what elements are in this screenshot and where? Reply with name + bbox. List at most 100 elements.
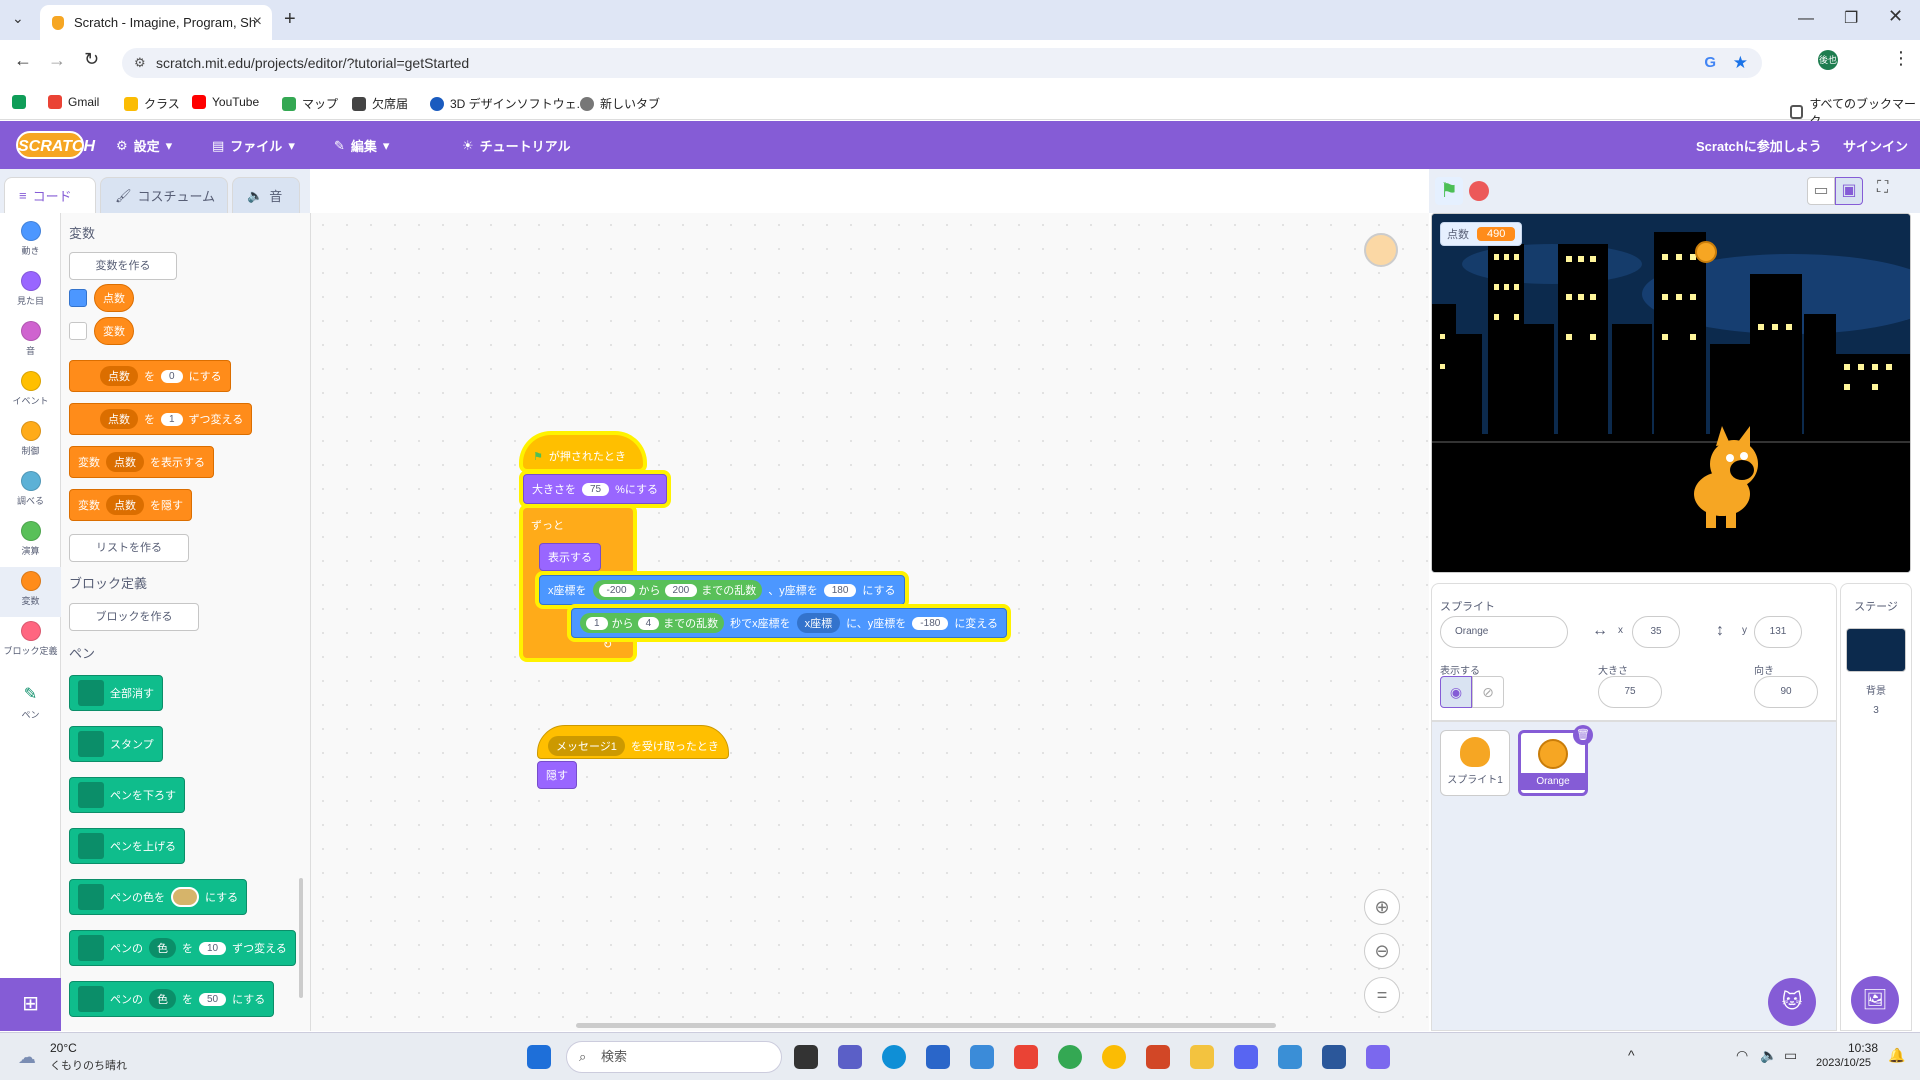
notification-bell-icon[interactable]: 🔔 [1888,1047,1905,1064]
category-events[interactable]: イベント [0,371,61,407]
random-reporter[interactable]: -200 から 200 までの乱数 [592,580,763,600]
tab-sounds[interactable]: 🔈 音 [232,177,300,213]
close-window-icon[interactable]: ✕ [1888,6,1903,27]
address-bar[interactable]: ⚙ scratch.mit.edu/projects/editor/?tutor… [122,48,1762,78]
browser-tab[interactable]: Scratch - Imagine, Program, Sh × [40,5,272,40]
make-block-button[interactable]: ブロックを作る [69,603,199,631]
category-looks[interactable]: 見た目 [0,271,61,307]
variable-dropdown[interactable]: 点数 [106,495,144,515]
value-input[interactable]: -200 [598,583,635,597]
bookmark-maps[interactable]: マップ [282,95,338,112]
powerpoint-icon[interactable] [1146,1045,1170,1069]
x-position-reporter[interactable]: x座標 [796,613,841,633]
site-info-icon[interactable]: ⚙ [134,48,146,78]
tutorial-menu[interactable]: ☀ チュートリアル [462,136,571,155]
tab-search-icon[interactable]: ⌄ [12,10,24,27]
color-picker[interactable] [171,887,199,907]
hat-receive-message-block[interactable]: メッセージ1 を受け取ったとき [537,725,729,759]
block-pen-down[interactable]: ペンを下ろす [69,777,185,813]
block-pen-stamp[interactable]: スタンプ [69,726,163,762]
show-block[interactable]: 表示する [539,543,601,571]
block-change-variable[interactable]: 点数を 1 ずつ変える [69,403,253,435]
teams-icon[interactable] [838,1045,862,1069]
delete-sprite-icon[interactable]: 🗑 [1573,725,1593,745]
reporter-variable[interactable]: 変数 [94,317,134,345]
palette-scrollbar[interactable] [299,878,303,998]
glide-block[interactable]: 1 から 4 までの乱数 秒でx座標を x座標 に、y座標を -180 に変える [571,608,1007,638]
google-icon[interactable]: G [1704,48,1716,78]
x-input[interactable]: 35 [1632,616,1680,648]
category-myblocks[interactable]: ブロック定義 [0,621,61,657]
block-show-variable[interactable]: 変数 点数 を表示する [69,446,214,478]
task-view-icon[interactable] [794,1045,818,1069]
back-icon[interactable]: ← [14,50,32,71]
variable-dropdown[interactable]: 点数 [100,409,138,429]
block-pen-up[interactable]: ペンを上げる [69,828,185,864]
store-icon[interactable] [926,1045,950,1069]
battery-icon[interactable]: ▭ [1784,1047,1797,1064]
add-sprite-button[interactable]: 🐱 [1768,978,1816,1026]
bookmark-3d[interactable]: 3D デザインソフトウェ... [430,95,587,112]
checkbox-variable[interactable] [69,322,87,340]
stage-canvas[interactable]: 点数 490 [1431,213,1911,573]
add-extension-button[interactable]: ⊞ [0,978,61,1031]
tab-code[interactable]: ≡ コード [4,177,96,213]
photos-icon[interactable] [1278,1045,1302,1069]
value-input[interactable]: 0 [161,369,183,383]
profile-avatar[interactable]: 後也 [1818,50,1838,70]
code-workspace[interactable]: ⚑ が押されたとき 大きさを 75 %にする ずっと ↻ 表示する x座標を -200… [311,213,1429,1031]
green-flag-button[interactable]: ⚑ [1435,177,1463,205]
tray-chevron-icon[interactable]: ^ [1628,1047,1635,1063]
copilot-icon[interactable] [1366,1045,1390,1069]
bookmark-absence[interactable]: 欠席届 [352,95,408,112]
value-input[interactable]: 180 [823,583,857,597]
category-pen[interactable]: ✎ ペン [0,685,61,721]
block-hide-variable[interactable]: 変数 点数 を隠す [69,489,192,521]
value-input[interactable]: 200 [664,583,698,597]
apps-icon[interactable] [12,95,26,109]
bookmark-gmail[interactable]: Gmail [48,95,99,109]
sprite-thumb-sprite1[interactable]: スプライト1 [1440,730,1510,796]
variable-dropdown[interactable]: 点数 [100,366,138,386]
stop-button[interactable] [1469,181,1489,201]
menu-dots-icon[interactable]: ⋮ [1892,48,1910,69]
block-set-variable[interactable]: 点数を 0 にする [69,360,231,392]
value-input[interactable]: -180 [912,616,949,630]
file-menu[interactable]: ▤ ファイル ▾ [212,136,295,155]
normal-stage-button[interactable]: ▣ [1835,177,1863,205]
goto-xy-block[interactable]: x座標を -200 から 200 までの乱数 、y座標を 180 にする [539,575,905,605]
new-tab-icon[interactable]: + [284,8,296,31]
category-control[interactable]: 制御 [0,421,61,457]
mail-icon[interactable] [970,1045,994,1069]
value-input[interactable]: 4 [637,616,660,630]
category-sensing[interactable]: 調べる [0,471,61,507]
category-variables[interactable]: 変数 [0,567,61,617]
set-size-block[interactable]: 大きさを 75 %にする [523,474,668,504]
hide-block[interactable]: 隠す [537,761,577,789]
param-dropdown[interactable]: 色 [149,938,176,958]
block-pen-clear[interactable]: 全部消す [69,675,163,711]
signin-link[interactable]: サインイン [1843,136,1908,155]
clock-date[interactable]: 2023/10/25 [1816,1057,1871,1069]
gmail-icon[interactable] [1014,1045,1038,1069]
category-sound[interactable]: 音 [0,321,61,357]
settings-menu[interactable]: ⚙ 設定 ▾ [116,136,172,155]
minimize-icon[interactable]: — [1798,10,1814,28]
clock-time[interactable]: 10:38 [1848,1041,1878,1055]
windows-start-icon[interactable] [527,1045,551,1069]
make-list-button[interactable]: リストを作る [69,534,189,562]
variable-dropdown[interactable]: 点数 [106,452,144,472]
join-scratch-link[interactable]: Scratchに参加しよう [1696,136,1822,155]
hide-eye-icon[interactable]: ⊘ [1472,676,1504,708]
edit-menu[interactable]: ✎ 編集 ▾ [334,136,389,155]
scratch-logo[interactable]: SCRATCH [16,131,95,159]
sprite-name-input[interactable]: Orange [1440,616,1568,648]
zoom-reset-button[interactable]: = [1364,977,1400,1013]
fullscreen-icon[interactable]: ⛶ [1877,179,1888,197]
block-pen-set-param[interactable]: ペンの色を 50 にする [69,981,275,1017]
file-explorer-icon[interactable] [1190,1045,1214,1069]
workspace-scrollbar[interactable] [576,1023,1276,1028]
message-dropdown[interactable]: メッセージ1 [548,736,625,756]
wifi-icon[interactable]: ◠ [1736,1047,1748,1064]
forward-icon[interactable]: → [48,50,66,71]
